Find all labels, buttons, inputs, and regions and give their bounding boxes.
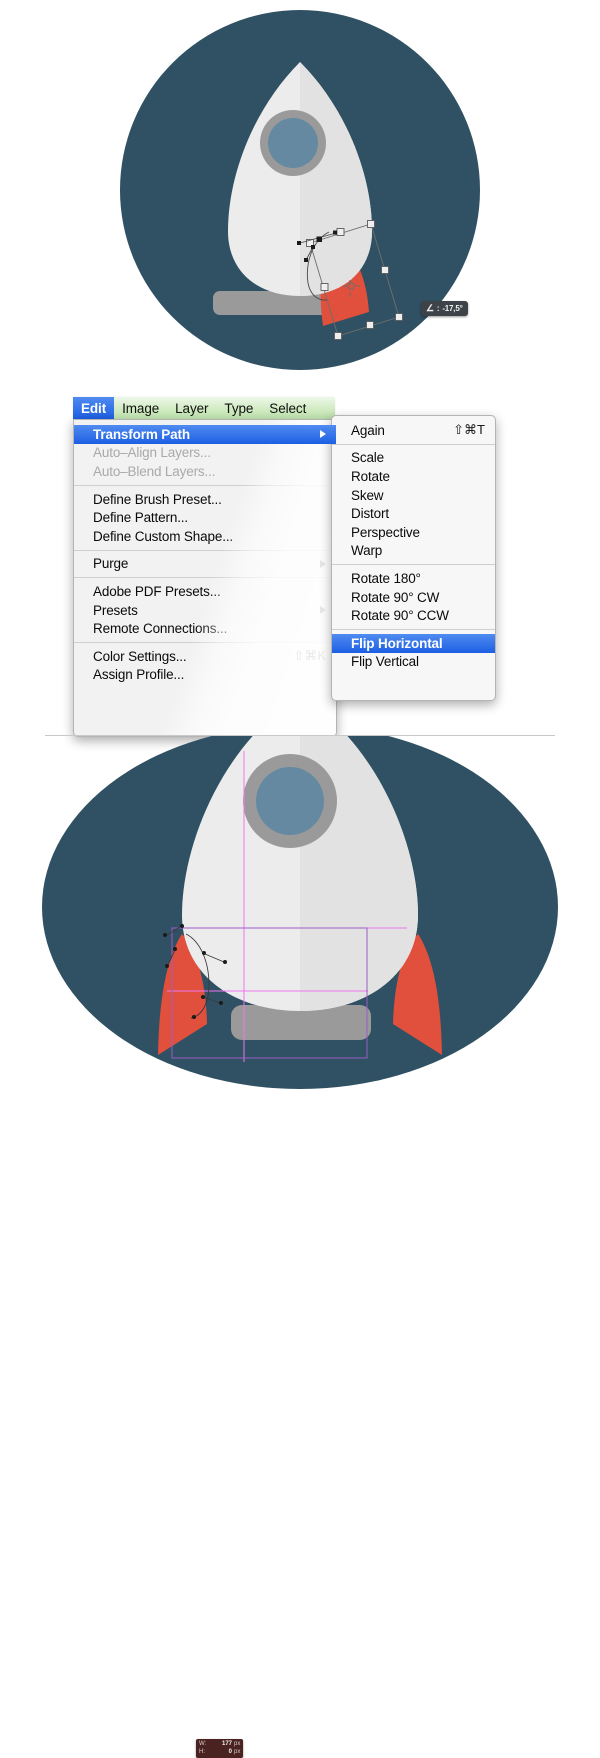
menu-item-shortcut: ⇧⌘T <box>453 422 485 438</box>
menu-item-label: Distort <box>351 506 389 522</box>
menubar-item-label: Image <box>122 400 160 416</box>
menu-item-label: Define Pattern... <box>93 510 189 526</box>
menubar-item-layer[interactable]: Layer <box>167 397 216 419</box>
menu-item-label: Auto–Blend Layers... <box>93 463 216 479</box>
submenu-item-scale[interactable]: Scale <box>332 449 495 468</box>
menu-item-label: Color Settings... <box>93 648 187 664</box>
menu-item-label: Adobe PDF Presets... <box>93 583 221 599</box>
width-unit: px <box>234 1741 241 1747</box>
menu-item-auto-blend-layers: Auto–Blend Layers... <box>74 462 336 481</box>
menu-item-label: Flip Horizontal <box>351 635 443 651</box>
height-value: 0 <box>228 1749 232 1755</box>
submenu-item-perspective[interactable]: Perspective <box>332 523 495 542</box>
menu-section: Edit Image Layer Type Select Transform P… <box>0 380 600 737</box>
height-unit: px <box>234 1749 241 1755</box>
menu-item-label: Skew <box>351 487 384 503</box>
section-divider <box>45 735 555 736</box>
submenu-separator <box>332 564 495 566</box>
angle-value: -17,5° <box>442 304 463 313</box>
angle-icon: ∠ <box>426 303 434 313</box>
rocket-engine <box>213 291 338 315</box>
menu-separator <box>74 641 336 643</box>
bottom-rocket-illustration <box>42 735 558 1089</box>
menu-item-define-brush-preset[interactable]: Define Brush Preset... <box>74 490 336 509</box>
menu-item-assign-profile[interactable]: Assign Profile... <box>74 666 336 685</box>
porthole-glass <box>256 767 324 835</box>
submenu-item-again[interactable]: Again ⇧⌘T <box>332 421 495 440</box>
menubar-item-label: Select <box>269 400 307 416</box>
height-label: H: <box>199 1749 205 1755</box>
menu-item-purge[interactable]: Purge <box>74 555 336 574</box>
menu-item-label: Transform Path <box>93 426 190 442</box>
menu-item-shortcut: ⇧⌘K <box>293 648 326 664</box>
menu-item-label: Define Brush Preset... <box>93 491 222 507</box>
submenu-item-rotate-90-cw[interactable]: Rotate 90° CW <box>332 588 495 607</box>
hud-width-row: W: 177 px <box>199 1741 240 1748</box>
submenu-arrow-icon <box>320 430 326 439</box>
menu-item-label: Purge <box>93 556 129 572</box>
bottom-artboard: W: 177 px H: 0 px <box>0 735 600 1758</box>
angle-separator: : <box>436 304 440 313</box>
menu-item-label: Remote Connections... <box>93 621 228 637</box>
submenu-separator <box>332 628 495 630</box>
menu-item-adobe-pdf-presets[interactable]: Adobe PDF Presets... <box>74 582 336 601</box>
submenu-item-warp[interactable]: Warp <box>332 542 495 561</box>
menu-item-label: Warp <box>351 543 383 559</box>
menu-item-label: Define Custom Shape... <box>93 528 234 544</box>
menu-item-label: Presets <box>93 602 138 618</box>
menu-item-label: Perspective <box>351 524 420 540</box>
menu-item-label: Auto–Align Layers... <box>93 445 211 461</box>
menu-separator <box>74 484 336 486</box>
menu-item-label: Rotate 180° <box>351 570 421 586</box>
menu-item-label: Assign Profile... <box>93 667 185 683</box>
submenu-item-rotate-90-ccw[interactable]: Rotate 90° CCW <box>332 606 495 625</box>
submenu-separator <box>332 443 495 445</box>
rotation-angle-hud: ∠ : -17,5° <box>421 301 468 316</box>
menubar-item-label: Layer <box>175 400 209 416</box>
menubar-item-label: Edit <box>81 400 107 416</box>
hud-height-row: H: 0 px <box>199 1749 240 1756</box>
submenu-arrow-icon <box>320 559 326 568</box>
submenu-item-skew[interactable]: Skew <box>332 486 495 505</box>
submenu-item-flip-horizontal[interactable]: Flip Horizontal <box>332 633 495 653</box>
menu-item-transform-path[interactable]: Transform Path <box>74 425 336 444</box>
transform-size-hud: W: 177 px H: 0 px <box>196 1739 244 1758</box>
menu-bar[interactable]: Edit Image Layer Type Select <box>73 397 335 419</box>
width-label: W: <box>199 1741 207 1747</box>
menu-item-color-settings[interactable]: Color Settings... ⇧⌘K <box>74 647 336 666</box>
submenu-arrow-icon <box>320 606 326 615</box>
menu-item-label: Rotate 90° CCW <box>351 608 449 624</box>
porthole-glass <box>268 118 318 168</box>
menubar-item-select[interactable]: Select <box>261 397 314 419</box>
menubar-item-type[interactable]: Type <box>216 397 261 419</box>
menu-item-label: Again <box>351 422 385 438</box>
menu-item-label: Rotate 90° CW <box>351 589 440 605</box>
menu-item-presets[interactable]: Presets <box>74 601 336 620</box>
menu-item-label: Flip Vertical <box>351 654 419 670</box>
transform-path-submenu[interactable]: Again ⇧⌘T Scale Rotate Skew Distort Pers… <box>331 415 496 701</box>
menu-separator <box>74 549 336 551</box>
top-rocket-illustration <box>120 10 480 370</box>
menubar-item-edit[interactable]: Edit <box>73 397 115 419</box>
menubar-item-image[interactable]: Image <box>114 397 167 419</box>
submenu-item-distort[interactable]: Distort <box>332 504 495 523</box>
menu-item-label: Rotate <box>351 468 390 484</box>
menu-item-remote-connections[interactable]: Remote Connections... <box>74 619 336 638</box>
top-artboard: ∠ : -17,5° <box>0 0 600 380</box>
menu-item-auto-align-layers: Auto–Align Layers... <box>74 444 336 463</box>
menubar-item-label: Type <box>224 400 254 416</box>
submenu-item-flip-vertical[interactable]: Flip Vertical <box>332 653 495 672</box>
width-value: 177 <box>221 1741 232 1747</box>
submenu-item-rotate[interactable]: Rotate <box>332 467 495 486</box>
menu-item-define-pattern[interactable]: Define Pattern... <box>74 508 336 527</box>
menu-item-label: Scale <box>351 450 385 466</box>
menu-item-define-custom-shape[interactable]: Define Custom Shape... <box>74 527 336 546</box>
edit-dropdown-menu[interactable]: Transform Path Auto–Align Layers... Auto… <box>73 419 337 737</box>
menu-separator <box>74 577 336 579</box>
submenu-item-rotate-180[interactable]: Rotate 180° <box>332 569 495 588</box>
